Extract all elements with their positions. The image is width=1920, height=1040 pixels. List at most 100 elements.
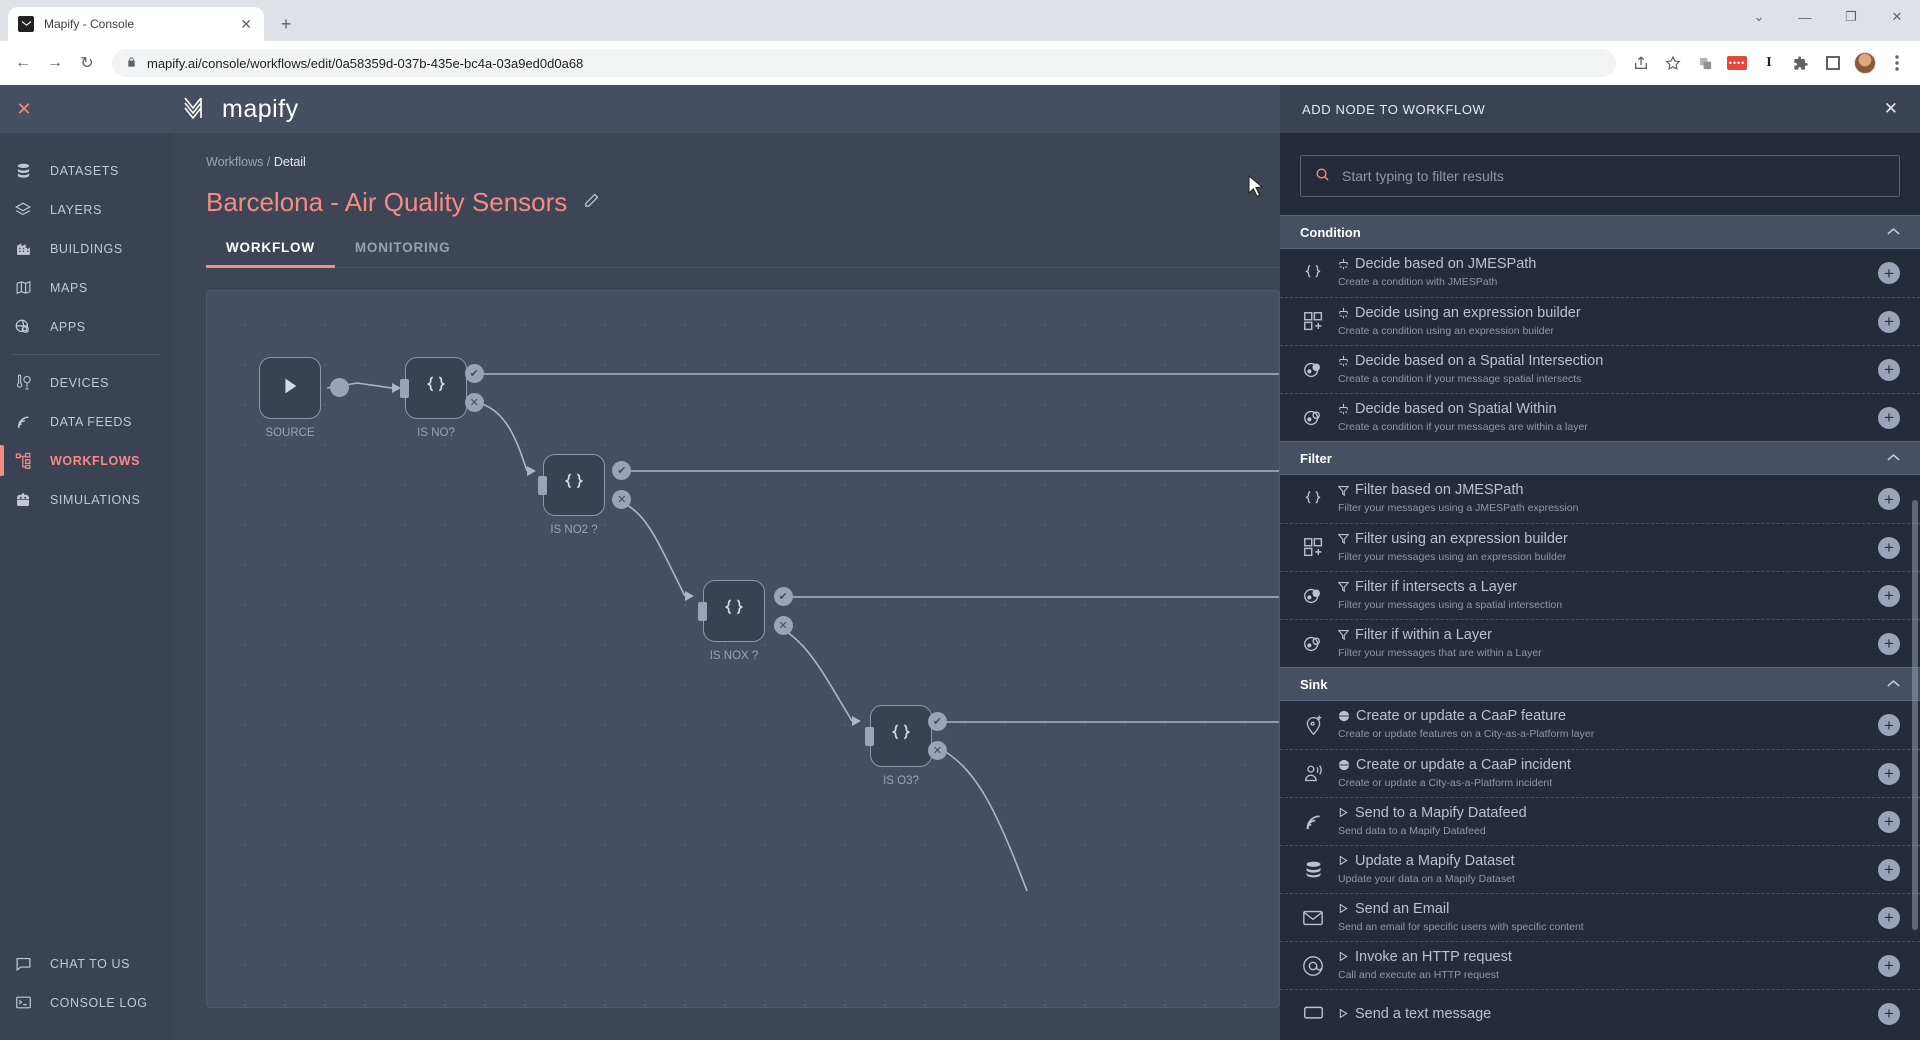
- bookmark-star-icon[interactable]: [1658, 48, 1688, 78]
- add-node-button[interactable]: +: [1878, 310, 1900, 333]
- sidebar-item-maps[interactable]: MAPS: [0, 268, 172, 307]
- pencil-icon[interactable]: [583, 192, 600, 214]
- add-node-button[interactable]: +: [1878, 906, 1900, 929]
- address-bar[interactable]: mapify.ai/console/workflows/edit/0a58359…: [112, 49, 1616, 77]
- extension-red-icon[interactable]: ••••: [1722, 48, 1752, 78]
- extension-square-icon[interactable]: [1818, 48, 1848, 78]
- chevron-up-icon[interactable]: [1887, 451, 1900, 465]
- node-box[interactable]: [703, 580, 765, 642]
- add-node-button[interactable]: +: [1878, 358, 1900, 381]
- chevron-down-icon[interactable]: ⌄: [1736, 0, 1782, 34]
- add-node-button[interactable]: +: [1878, 488, 1900, 510]
- search-input[interactable]: [1342, 168, 1885, 184]
- reload-icon[interactable]: ↻: [72, 48, 102, 78]
- list-item[interactable]: Update a Mapify Dataset Update your data…: [1280, 845, 1920, 893]
- browser-tab[interactable]: Mapify - Console ✕: [8, 7, 264, 41]
- sidebar-item-buildings[interactable]: BUILDINGS: [0, 229, 172, 268]
- sidebar-item-chat-to-us[interactable]: CHAT TO US: [0, 944, 172, 983]
- node-type-list[interactable]: Condition Decide based on JMESPath Creat…: [1280, 215, 1920, 1040]
- extensions-puzzle-icon[interactable]: [1786, 48, 1816, 78]
- node-input-port[interactable]: [400, 379, 409, 398]
- window-close-icon[interactable]: ✕: [1874, 0, 1920, 34]
- list-item[interactable]: Send to a Mapify Datafeed Send data to a…: [1280, 797, 1920, 845]
- sidebar-item-layers[interactable]: LAYERS: [0, 190, 172, 229]
- sidebar-close-icon[interactable]: ✕: [0, 85, 48, 133]
- node-output-false-port[interactable]: ✕: [464, 393, 484, 412]
- group-header-condition[interactable]: Condition: [1280, 215, 1920, 249]
- chevron-up-icon[interactable]: [1887, 677, 1900, 691]
- tab-monitoring[interactable]: MONITORING: [335, 240, 471, 267]
- node-output-true-port[interactable]: ✔: [773, 587, 793, 606]
- node-output-false-port[interactable]: ✕: [927, 741, 947, 760]
- node-box[interactable]: [405, 357, 467, 419]
- list-item[interactable]: Filter if within a Layer Filter your mes…: [1280, 619, 1920, 667]
- breadcrumb-parent[interactable]: Workflows: [206, 155, 263, 169]
- node-input-port[interactable]: [865, 727, 874, 746]
- chevron-up-icon[interactable]: [1887, 225, 1900, 239]
- node-input-port[interactable]: [698, 602, 707, 621]
- list-item[interactable]: Filter if intersects a Layer Filter your…: [1280, 571, 1920, 619]
- add-node-button[interactable]: +: [1878, 858, 1900, 881]
- forward-icon[interactable]: →: [40, 48, 70, 78]
- tab-workflow[interactable]: WORKFLOW: [206, 240, 335, 268]
- sidebar-item-simulations[interactable]: SIMULATIONS: [0, 480, 172, 519]
- node-box[interactable]: [259, 357, 321, 419]
- node-output-false-port[interactable]: ✕: [773, 616, 793, 635]
- workflow-node-source[interactable]: SOURCE: [259, 357, 350, 439]
- list-item[interactable]: Decide based on a Spatial Intersection C…: [1280, 345, 1920, 393]
- list-item[interactable]: Create or update a CaaP feature Create o…: [1280, 701, 1920, 749]
- workflow-canvas[interactable]: SOURCE ✔ ✕ IS NO? ✔ ✕ IS NO2 ? ✔ ✕ IS NO…: [206, 290, 1280, 1008]
- group-header-filter[interactable]: Filter: [1280, 441, 1920, 475]
- panel-scrollbar[interactable]: [1912, 500, 1918, 930]
- workflow-node-is-no[interactable]: ✔ ✕ IS NO?: [400, 357, 484, 439]
- list-item[interactable]: Filter using an expression builder Filte…: [1280, 523, 1920, 571]
- add-node-button[interactable]: +: [1878, 714, 1900, 736]
- extension-grey-icon[interactable]: [1690, 48, 1720, 78]
- list-item[interactable]: Decide using an expression builder Creat…: [1280, 297, 1920, 345]
- add-node-button[interactable]: +: [1878, 406, 1900, 429]
- minimize-icon[interactable]: —: [1782, 0, 1828, 34]
- list-item[interactable]: Decide based on JMESPath Create a condit…: [1280, 249, 1920, 297]
- list-item[interactable]: Decide based on Spatial Within Create a …: [1280, 393, 1920, 441]
- share-icon[interactable]: [1626, 48, 1656, 78]
- list-item[interactable]: Invoke an HTTP request Call and execute …: [1280, 941, 1920, 989]
- add-node-button[interactable]: +: [1878, 1002, 1900, 1025]
- sidebar-item-console-log[interactable]: CONSOLE LOG: [0, 983, 172, 1022]
- workflow-node-is-o3[interactable]: ✔ ✕ IS O3?: [865, 705, 947, 787]
- new-tab-button[interactable]: +: [272, 10, 300, 38]
- list-item[interactable]: Filter based on JMESPath Filter your mes…: [1280, 475, 1920, 523]
- list-item[interactable]: Create or update a CaaP incident Create …: [1280, 749, 1920, 797]
- extension-i-icon[interactable]: I: [1754, 48, 1784, 78]
- close-icon[interactable]: ✕: [238, 17, 254, 31]
- workflow-node-is-nox[interactable]: ✔ ✕ IS NOX ?: [698, 580, 793, 662]
- node-box[interactable]: [543, 454, 605, 516]
- sidebar-item-data-feeds[interactable]: DATA FEEDS: [0, 402, 172, 441]
- panel-close-icon[interactable]: ✕: [1884, 99, 1898, 119]
- workflow-node-is-no2[interactable]: ✔ ✕ IS NO2 ?: [538, 454, 632, 536]
- add-node-button[interactable]: +: [1878, 954, 1900, 977]
- node-output-true-port[interactable]: ✔: [464, 364, 484, 383]
- sidebar-item-workflows[interactable]: WORKFLOWS: [0, 441, 172, 480]
- search-box[interactable]: [1300, 155, 1900, 197]
- back-icon[interactable]: ←: [8, 48, 38, 78]
- node-input-port[interactable]: [538, 476, 547, 495]
- add-node-button[interactable]: +: [1878, 262, 1900, 284]
- list-item[interactable]: Send a text message +: [1280, 989, 1920, 1037]
- sidebar-item-apps[interactable]: APPS: [0, 307, 172, 346]
- chrome-menu-icon[interactable]: [1882, 48, 1912, 78]
- node-box[interactable]: [870, 705, 932, 767]
- add-node-button[interactable]: +: [1878, 584, 1900, 607]
- maximize-icon[interactable]: ❐: [1828, 0, 1874, 34]
- profile-avatar[interactable]: [1850, 48, 1880, 78]
- group-header-sink[interactable]: Sink: [1280, 667, 1920, 701]
- add-node-button[interactable]: +: [1878, 536, 1900, 559]
- mapify-logo[interactable]: mapify: [184, 95, 299, 124]
- node-output-true-port[interactable]: ✔: [927, 712, 947, 731]
- list-item[interactable]: Send an Email Send an email for specific…: [1280, 893, 1920, 941]
- add-node-button[interactable]: +: [1878, 810, 1900, 833]
- sidebar-item-devices[interactable]: DEVICES: [0, 363, 172, 402]
- add-node-button[interactable]: +: [1878, 762, 1900, 785]
- list-item-text: Send an Email Send an email for specific…: [1338, 901, 1866, 935]
- sidebar-item-datasets[interactable]: DATASETS: [0, 151, 172, 190]
- add-node-button[interactable]: +: [1878, 632, 1900, 655]
